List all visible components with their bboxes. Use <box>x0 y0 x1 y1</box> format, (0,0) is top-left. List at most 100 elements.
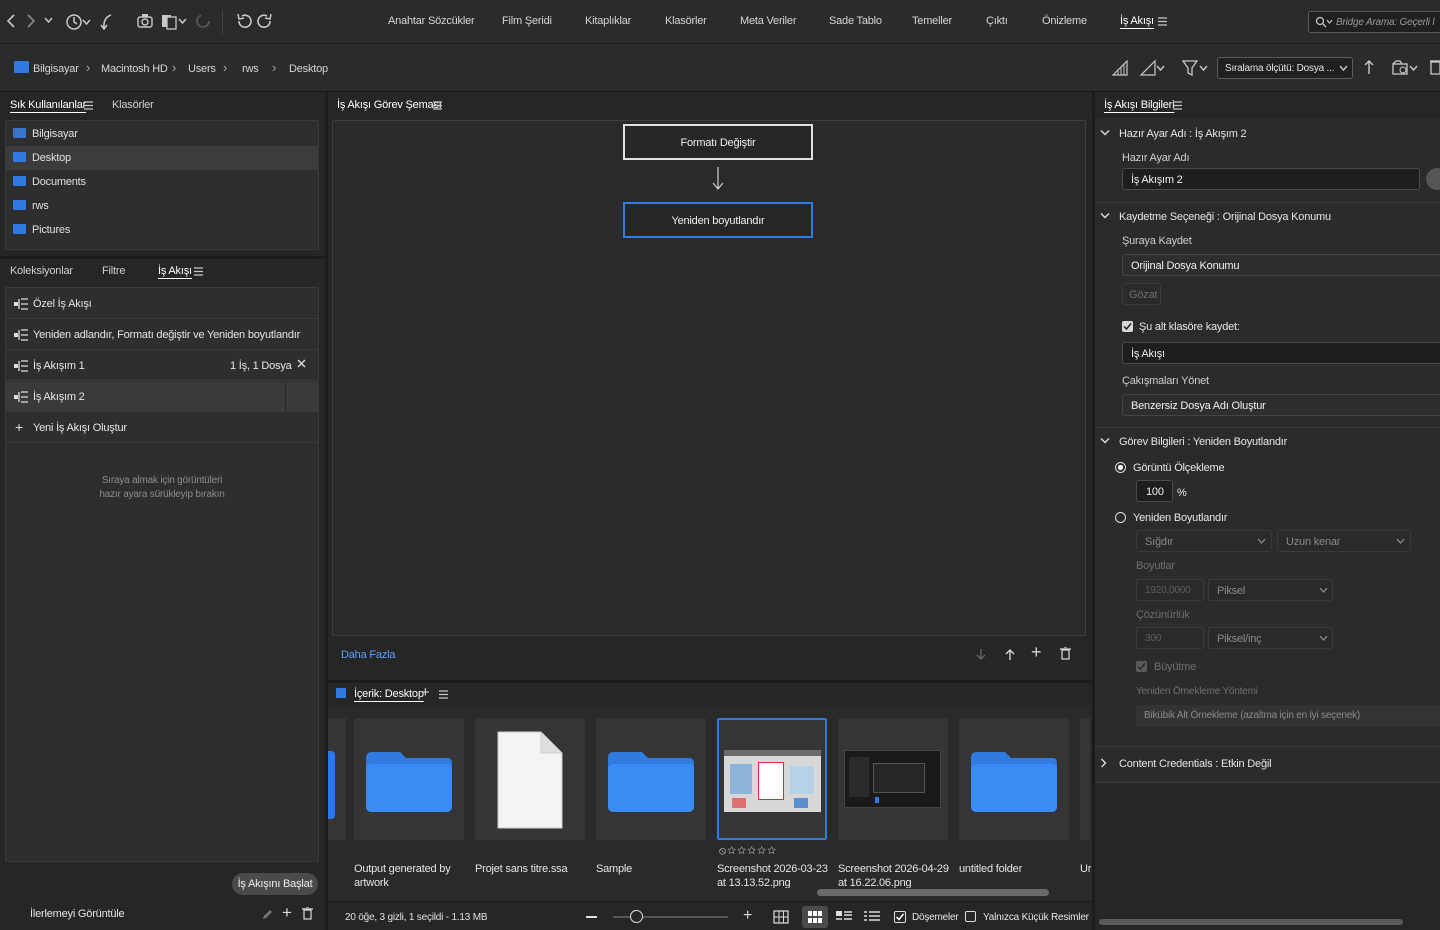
tab-favorites[interactable]: Sık Kullanılanlar <box>10 99 86 111</box>
new-workflow-button[interactable]: + Yeni İş Akışı Oluştur <box>6 413 318 443</box>
favorite-computer[interactable]: Bilgisayar <box>6 122 318 146</box>
panel-menu-icon[interactable] <box>84 101 93 110</box>
camera-icon[interactable] <box>137 12 155 30</box>
task-format-change[interactable]: Formatı Değiştir <box>623 124 813 160</box>
return-icon[interactable] <box>99 12 115 32</box>
save-section-header[interactable]: Kaydetme Seçeneği : Orijinal Dosya Konum… <box>1119 211 1331 223</box>
chevron-down-icon[interactable] <box>1100 437 1110 445</box>
panel-menu-icon[interactable] <box>194 267 203 276</box>
workspace-essentials[interactable]: Temeller <box>912 15 952 27</box>
thumbs-only-checkbox[interactable] <box>965 911 976 922</box>
breadcrumb-rws[interactable]: rws <box>242 63 259 75</box>
workflow-row-custom[interactable]: Özel İş Akışı <box>6 289 318 319</box>
thumbnail-partial[interactable] <box>1080 718 1090 840</box>
tab-workflow[interactable]: İş Akışı <box>158 265 192 277</box>
add-tab-icon[interactable]: + <box>421 684 430 701</box>
workspace-keywords[interactable]: Anahtar Sözcükler <box>388 15 475 27</box>
task-section-header[interactable]: Görev Bilgileri : Yeniden Boyutlandır <box>1119 436 1287 448</box>
zoom-in-icon[interactable]: + <box>743 907 752 925</box>
workflow-row-my-workflow-1[interactable]: İş Akışım 1 1 İş, 1 Dosya <box>6 351 318 381</box>
scale-input[interactable]: 100 <box>1136 480 1173 502</box>
move-up-icon[interactable] <box>1005 648 1015 661</box>
workspace-folders[interactable]: Klasörler <box>665 15 707 27</box>
favorite-pictures[interactable]: Pictures <box>6 218 318 242</box>
workspace-output[interactable]: Çıktı <box>986 15 1008 27</box>
workspace-filmstrip[interactable]: Film Şeridi <box>502 15 552 27</box>
tiles-checkbox[interactable] <box>894 911 906 923</box>
panel-menu-icon[interactable] <box>439 690 448 699</box>
chevron-down-icon[interactable] <box>1100 129 1110 137</box>
trash-icon[interactable] <box>1430 58 1440 76</box>
workspace-preview[interactable]: Önizleme <box>1042 15 1087 27</box>
recent-clock-icon[interactable] <box>64 12 92 32</box>
resize-radio[interactable] <box>1115 512 1126 523</box>
view-thumbnails-button[interactable] <box>802 906 828 928</box>
trash-icon[interactable] <box>302 907 313 920</box>
list-view-icon[interactable] <box>864 911 880 922</box>
favorite-desktop[interactable]: Desktop <box>6 146 318 170</box>
thumbnail-output-generated[interactable] <box>354 718 464 840</box>
back-icon[interactable] <box>6 14 16 28</box>
tab-collections[interactable]: Koleksiyonlar <box>10 265 73 277</box>
content-credentials-header[interactable]: Content Credentials : Etkin Değil <box>1119 758 1272 770</box>
zoom-out-icon[interactable] <box>586 916 597 918</box>
thumbnail-projet[interactable] <box>475 718 585 840</box>
panel-menu-icon[interactable] <box>433 101 442 110</box>
conflict-dropdown[interactable]: Benzersiz Dosya Adı Oluştur <box>1122 394 1440 416</box>
tab-filter[interactable]: Filtre <box>102 265 125 277</box>
rating-filter-icon[interactable] <box>1140 60 1166 76</box>
quality-icon[interactable] <box>1112 60 1128 76</box>
preset-name-input[interactable]: İş Akışım 2 <box>1122 168 1420 190</box>
subfolder-checkbox[interactable] <box>1122 321 1133 332</box>
details-view-icon[interactable] <box>836 911 852 922</box>
batch-icon[interactable] <box>161 12 189 30</box>
info-title[interactable]: İş Akışı Bilgileri <box>1104 99 1175 111</box>
close-icon[interactable] <box>297 359 306 368</box>
workflow-row-rename-format-resize[interactable]: Yeniden adlandır, Formatı değiştir ve Ye… <box>6 320 318 350</box>
workspace-menu-icon[interactable] <box>1158 17 1167 26</box>
horizontal-scrollbar[interactable] <box>817 889 1049 896</box>
chevron-down-icon[interactable] <box>44 17 53 24</box>
breadcrumb-desktop[interactable]: Desktop <box>289 63 328 75</box>
content-title[interactable]: İçerik: Desktop <box>354 688 424 700</box>
thumbnail-untitled-folder[interactable] <box>959 718 1069 840</box>
tab-folders[interactable]: Klasörler <box>112 99 154 111</box>
favorite-rws[interactable]: rws <box>6 194 318 218</box>
rotate-right-icon[interactable] <box>256 12 274 30</box>
view-progress-link[interactable]: İlerlemeyi Görüntüle <box>30 908 125 920</box>
breadcrumb-users[interactable]: Users <box>188 63 216 75</box>
breadcrumb-computer[interactable]: Bilgisayar <box>33 63 79 75</box>
workspace-libraries[interactable]: Kitaplıklar <box>585 15 631 27</box>
rating-stars[interactable]: ⦸☆☆☆☆☆ <box>719 845 777 858</box>
filter-icon[interactable] <box>1182 59 1210 77</box>
sort-dropdown[interactable]: Sıralama ölçütü: Dosya ... <box>1217 57 1353 79</box>
grid-lock-icon[interactable] <box>773 910 789 924</box>
workspace-metadata[interactable]: Meta Veriler <box>740 15 796 27</box>
thumbnail-partial[interactable] <box>328 718 346 840</box>
preset-section-header[interactable]: Hazır Ayar Adı : İş Akışım 2 <box>1119 128 1247 140</box>
breadcrumb-macintosh-hd[interactable]: Macintosh HD <box>101 63 168 75</box>
chevron-right-icon[interactable] <box>1100 758 1108 768</box>
chevron-down-icon[interactable] <box>1100 212 1110 220</box>
open-recent-icon[interactable] <box>1392 59 1422 77</box>
favorite-documents[interactable]: Documents <box>6 170 318 194</box>
edit-icon[interactable] <box>262 909 273 920</box>
add-task-icon[interactable]: + <box>1031 642 1042 663</box>
search-box[interactable]: Bridge Arama: Geçerli l <box>1308 11 1440 33</box>
sort-ascending-icon[interactable] <box>1363 59 1375 75</box>
start-workflow-button[interactable]: İş Akışını Başlat <box>232 873 318 895</box>
zoom-slider-handle[interactable] <box>630 910 643 923</box>
horizontal-scrollbar[interactable] <box>1099 919 1403 925</box>
panel-menu-icon[interactable] <box>1173 101 1182 110</box>
trash-icon[interactable] <box>1060 647 1071 660</box>
workspace-light-table[interactable]: Sade Tablo <box>829 15 882 27</box>
thumbnail-screenshot-1[interactable] <box>717 718 827 840</box>
more-link[interactable]: Daha Fazla <box>341 649 395 661</box>
subfolder-input[interactable]: İş Akışı <box>1122 342 1440 364</box>
rotate-left-icon[interactable] <box>235 12 253 30</box>
save-to-dropdown[interactable]: Orijinal Dosya Konumu <box>1122 254 1440 276</box>
workspace-workflow[interactable]: İş Akışı <box>1120 15 1154 27</box>
task-resize[interactable]: Yeniden boyutlandır <box>623 202 813 238</box>
workflow-row-my-workflow-2[interactable]: İş Akışım 2 <box>6 382 318 412</box>
add-icon[interactable]: + <box>282 903 292 923</box>
